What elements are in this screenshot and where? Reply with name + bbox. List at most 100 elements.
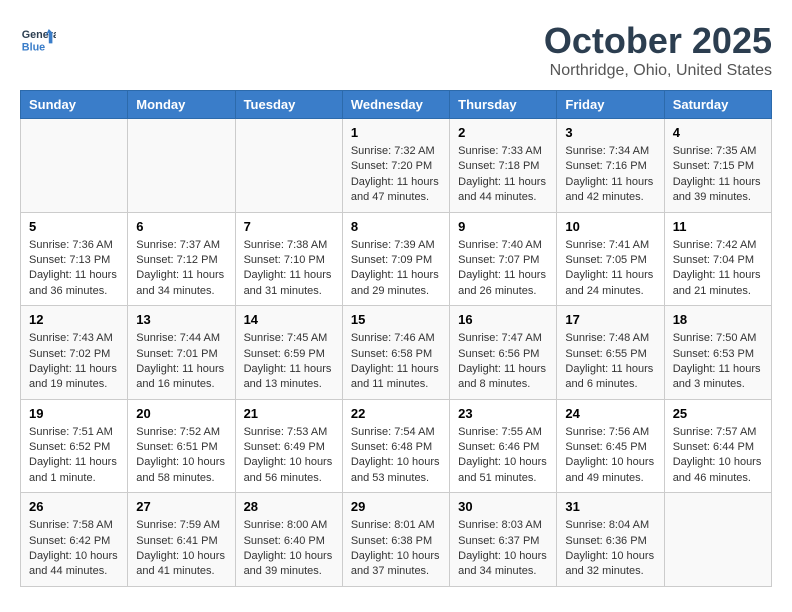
day-number: 29 [351, 499, 441, 514]
calendar-cell: 31 Sunrise: 8:04 AM Sunset: 6:36 PM Dayli… [557, 493, 664, 587]
logo-icon: General Blue [20, 20, 56, 56]
calendar-cell: 26 Sunrise: 7:58 AM Sunset: 6:42 PM Dayli… [21, 493, 128, 587]
day-number: 5 [29, 219, 119, 234]
calendar-cell: 29 Sunrise: 8:01 AM Sunset: 6:38 PM Dayli… [342, 493, 449, 587]
calendar-cell: 30 Sunrise: 8:03 AM Sunset: 6:37 PM Dayli… [450, 493, 557, 587]
day-info: Sunrise: 7:58 AM Sunset: 6:42 PM Dayligh… [29, 518, 119, 580]
day-info: Sunrise: 8:01 AM Sunset: 6:38 PM Dayligh… [351, 518, 441, 580]
calendar-cell: 17 Sunrise: 7:48 AM Sunset: 6:55 PM Dayli… [557, 306, 664, 400]
day-info: Sunrise: 7:32 AM Sunset: 7:20 PM Dayligh… [351, 144, 441, 206]
weekday-header-row: SundayMondayTuesdayWednesdayThursdayFrid… [21, 91, 772, 119]
calendar-cell: 20 Sunrise: 7:52 AM Sunset: 6:51 PM Dayli… [128, 399, 235, 493]
calendar-cell: 11 Sunrise: 7:42 AM Sunset: 7:04 PM Dayli… [664, 212, 771, 306]
calendar-cell: 13Sunrise: 7:44 AM Sunset: 7:01 PM Dayli… [128, 306, 235, 400]
day-number: 19 [29, 406, 119, 421]
day-number: 13 [136, 312, 226, 327]
calendar-cell [128, 119, 235, 213]
calendar-cell: 25 Sunrise: 7:57 AM Sunset: 6:44 PM Dayli… [664, 399, 771, 493]
day-info: Sunrise: 8:04 AM Sunset: 6:36 PM Dayligh… [565, 518, 655, 580]
calendar-cell [21, 119, 128, 213]
day-number: 6 [136, 219, 226, 234]
page-header: General Blue October 2025 Northridge, Oh… [20, 20, 772, 80]
day-number: 16 [458, 312, 548, 327]
calendar-cell: 16 Sunrise: 7:47 AM Sunset: 6:56 PM Dayli… [450, 306, 557, 400]
weekday-header-wednesday: Wednesday [342, 91, 449, 119]
day-number: 14 [244, 312, 334, 327]
calendar-cell [664, 493, 771, 587]
calendar-cell: 24Sunrise: 7:56 AM Sunset: 6:45 PM Dayli… [557, 399, 664, 493]
day-number: 24 [565, 406, 655, 421]
location: Northridge, Ohio, United States [544, 62, 772, 80]
day-info: Sunrise: 7:57 AM Sunset: 6:44 PM Dayligh… [673, 425, 763, 487]
day-info: Sunrise: 7:46 AM Sunset: 6:58 PM Dayligh… [351, 331, 441, 393]
calendar-week-5: 26 Sunrise: 7:58 AM Sunset: 6:42 PM Dayli… [21, 493, 772, 587]
calendar-cell: 28 Sunrise: 8:00 AM Sunset: 6:40 PM Dayli… [235, 493, 342, 587]
calendar-cell: 27 Sunrise: 7:59 AM Sunset: 6:41 PM Dayli… [128, 493, 235, 587]
weekday-header-tuesday: Tuesday [235, 91, 342, 119]
day-number: 17 [565, 312, 655, 327]
day-info: Sunrise: 7:42 AM Sunset: 7:04 PM Dayligh… [673, 238, 763, 300]
calendar-cell: 10 Sunrise: 7:41 AM Sunset: 7:05 PM Dayli… [557, 212, 664, 306]
weekday-header-thursday: Thursday [450, 91, 557, 119]
calendar-cell: 9 Sunrise: 7:40 AM Sunset: 7:07 PM Daylig… [450, 212, 557, 306]
calendar-cell: 21 Sunrise: 7:53 AM Sunset: 6:49 PM Dayli… [235, 399, 342, 493]
day-number: 1 [351, 125, 441, 140]
day-info: Sunrise: 7:59 AM Sunset: 6:41 PM Dayligh… [136, 518, 226, 580]
calendar-cell: 5Sunrise: 7:36 AM Sunset: 7:13 PM Daylig… [21, 212, 128, 306]
calendar-cell [235, 119, 342, 213]
day-number: 21 [244, 406, 334, 421]
day-number: 7 [244, 219, 334, 234]
day-info: Sunrise: 7:39 AM Sunset: 7:09 PM Dayligh… [351, 238, 441, 300]
calendar-cell: 3Sunrise: 7:34 AM Sunset: 7:16 PM Daylig… [557, 119, 664, 213]
title-block: October 2025 Northridge, Ohio, United St… [544, 20, 772, 80]
day-info: Sunrise: 7:41 AM Sunset: 7:05 PM Dayligh… [565, 238, 655, 300]
weekday-header-sunday: Sunday [21, 91, 128, 119]
day-info: Sunrise: 7:54 AM Sunset: 6:48 PM Dayligh… [351, 425, 441, 487]
day-info: Sunrise: 7:52 AM Sunset: 6:51 PM Dayligh… [136, 425, 226, 487]
calendar-cell: 4 Sunrise: 7:35 AM Sunset: 7:15 PM Daylig… [664, 119, 771, 213]
day-number: 8 [351, 219, 441, 234]
calendar-cell: 8 Sunrise: 7:39 AM Sunset: 7:09 PM Daylig… [342, 212, 449, 306]
day-info: Sunrise: 7:37 AM Sunset: 7:12 PM Dayligh… [136, 238, 226, 300]
logo: General Blue [20, 20, 56, 56]
day-number: 15 [351, 312, 441, 327]
calendar-table: SundayMondayTuesdayWednesdayThursdayFrid… [20, 90, 772, 587]
day-number: 11 [673, 219, 763, 234]
day-info: Sunrise: 7:35 AM Sunset: 7:15 PM Dayligh… [673, 144, 763, 206]
day-info: Sunrise: 7:53 AM Sunset: 6:49 PM Dayligh… [244, 425, 334, 487]
calendar-cell: 7Sunrise: 7:38 AM Sunset: 7:10 PM Daylig… [235, 212, 342, 306]
day-info: Sunrise: 8:00 AM Sunset: 6:40 PM Dayligh… [244, 518, 334, 580]
day-info: Sunrise: 7:43 AM Sunset: 7:02 PM Dayligh… [29, 331, 119, 393]
calendar-cell: 19 Sunrise: 7:51 AM Sunset: 6:52 PM Dayli… [21, 399, 128, 493]
day-number: 20 [136, 406, 226, 421]
day-number: 27 [136, 499, 226, 514]
calendar-cell: 15 Sunrise: 7:46 AM Sunset: 6:58 PM Dayli… [342, 306, 449, 400]
day-number: 23 [458, 406, 548, 421]
calendar-cell: 23 Sunrise: 7:55 AM Sunset: 6:46 PM Dayli… [450, 399, 557, 493]
day-number: 3 [565, 125, 655, 140]
calendar-cell: 1 Sunrise: 7:32 AM Sunset: 7:20 PM Daylig… [342, 119, 449, 213]
day-number: 30 [458, 499, 548, 514]
weekday-header-saturday: Saturday [664, 91, 771, 119]
day-info: Sunrise: 7:45 AM Sunset: 6:59 PM Dayligh… [244, 331, 334, 393]
calendar-week-3: 12 Sunrise: 7:43 AM Sunset: 7:02 PM Dayli… [21, 306, 772, 400]
day-info: Sunrise: 8:03 AM Sunset: 6:37 PM Dayligh… [458, 518, 548, 580]
day-info: Sunrise: 7:47 AM Sunset: 6:56 PM Dayligh… [458, 331, 548, 393]
calendar-cell: 18Sunrise: 7:50 AM Sunset: 6:53 PM Dayli… [664, 306, 771, 400]
day-info: Sunrise: 7:48 AM Sunset: 6:55 PM Dayligh… [565, 331, 655, 393]
day-number: 4 [673, 125, 763, 140]
calendar-cell: 6 Sunrise: 7:37 AM Sunset: 7:12 PM Daylig… [128, 212, 235, 306]
day-number: 25 [673, 406, 763, 421]
day-info: Sunrise: 7:51 AM Sunset: 6:52 PM Dayligh… [29, 425, 119, 487]
day-number: 10 [565, 219, 655, 234]
day-info: Sunrise: 7:40 AM Sunset: 7:07 PM Dayligh… [458, 238, 548, 300]
weekday-header-friday: Friday [557, 91, 664, 119]
day-number: 26 [29, 499, 119, 514]
day-number: 9 [458, 219, 548, 234]
calendar-week-4: 19 Sunrise: 7:51 AM Sunset: 6:52 PM Dayli… [21, 399, 772, 493]
day-info: Sunrise: 7:55 AM Sunset: 6:46 PM Dayligh… [458, 425, 548, 487]
day-info: Sunrise: 7:33 AM Sunset: 7:18 PM Dayligh… [458, 144, 548, 206]
day-number: 31 [565, 499, 655, 514]
day-number: 12 [29, 312, 119, 327]
day-number: 28 [244, 499, 334, 514]
